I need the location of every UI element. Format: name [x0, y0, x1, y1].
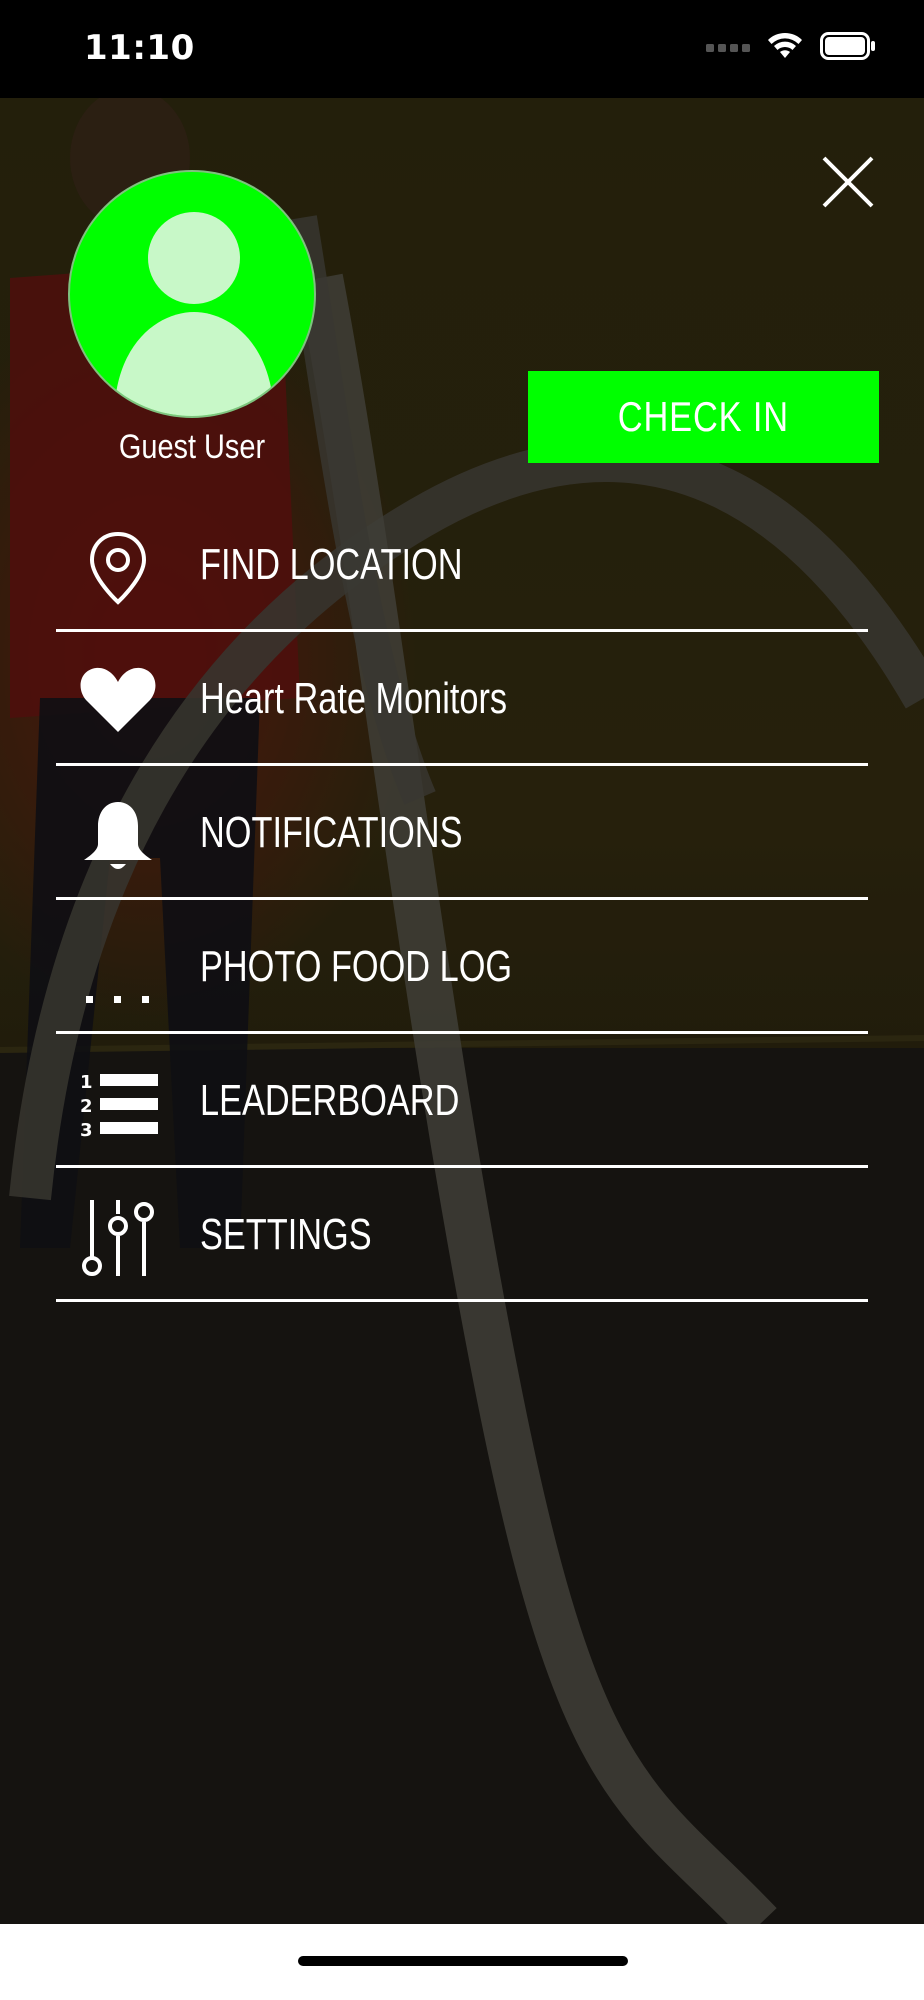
home-indicator-area [0, 1924, 924, 2000]
heart-icon [80, 667, 156, 732]
home-indicator[interactable] [298, 1956, 628, 1966]
battery-icon [820, 32, 875, 60]
menu-item-label: LEADERBOARD [200, 1076, 460, 1125]
close-icon [822, 156, 874, 208]
svg-text:1: 1 [80, 1072, 93, 1093]
check-in-button[interactable]: CHECK IN [528, 371, 879, 463]
close-button[interactable] [818, 152, 878, 212]
svg-text:3: 3 [80, 1120, 93, 1141]
user-silhouette-icon [114, 212, 274, 416]
ranked-list-icon: 1 2 3 [80, 1072, 158, 1141]
menu-item-label: SETTINGS [200, 1210, 372, 1259]
status-icons [706, 32, 876, 60]
cellular-signal-icon [706, 44, 750, 52]
svg-text:2: 2 [80, 1096, 93, 1117]
avatar[interactable] [68, 170, 316, 418]
status-time: 11:10 [84, 28, 195, 68]
menu-item-label: Heart Rate Monitors [200, 674, 508, 723]
menu-item-heart-rate-monitors[interactable]: Heart Rate Monitors [56, 632, 868, 766]
more-dots-icon [86, 996, 149, 1003]
wifi-icon [768, 32, 802, 58]
menu-item-leaderboard[interactable]: 1 2 3 LEADERBOARD [56, 1034, 868, 1168]
bell-icon [84, 802, 152, 869]
menu-item-settings[interactable]: SETTINGS [56, 1168, 868, 1302]
menu-item-label: PHOTO FOOD LOG [200, 942, 513, 991]
menu-item-notifications[interactable]: NOTIFICATIONS [56, 766, 868, 900]
menu-item-label: NOTIFICATIONS [200, 808, 463, 857]
side-menu: FIND LOCATION Heart Rate Monitors NOTIFI… [56, 498, 868, 1302]
menu-item-find-location[interactable]: FIND LOCATION [56, 498, 868, 632]
menu-item-label: FIND LOCATION [200, 540, 463, 589]
sliders-icon [82, 1200, 154, 1276]
menu-item-photo-food-log[interactable]: PHOTO FOOD LOG [56, 900, 868, 1034]
profile-name: Guest User [118, 428, 266, 466]
status-bar: 11:10 [0, 0, 924, 98]
check-in-label: CHECK IN [617, 393, 790, 440]
location-pin-icon [89, 531, 147, 605]
background-photo: Guest User CHECK IN FIND LOCATION Heart … [0, 98, 924, 1924]
